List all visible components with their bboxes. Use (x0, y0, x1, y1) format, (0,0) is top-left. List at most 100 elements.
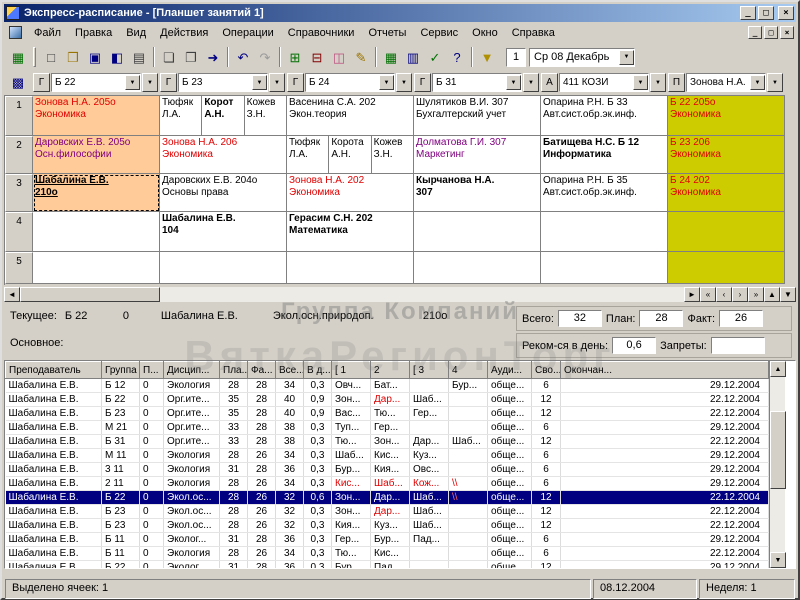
planner-subcell[interactable]: Корот А.Н. (202, 96, 245, 135)
table-cell[interactable]: 22.12.2004 (560, 546, 769, 561)
row-header[interactable]: 5 (5, 252, 33, 284)
column-options-button[interactable]: ▼ (650, 73, 666, 92)
table-cell[interactable]: Бур... (331, 560, 371, 568)
table-cell[interactable]: 31 (219, 560, 248, 568)
planner-cell[interactable]: Тюфяк Л.А. Корота А.Н. Кожев З.Н. (287, 136, 414, 174)
column-header[interactable]: Дисцип... (163, 361, 220, 379)
table-cell[interactable]: Орг.ите... (163, 420, 220, 435)
table-cell[interactable]: Шабалина Е.В. (5, 518, 102, 533)
table-cell[interactable]: 36 (275, 532, 304, 547)
table-cell[interactable] (448, 560, 488, 568)
table-cell[interactable]: Бур... (448, 378, 488, 393)
column-combo[interactable]: Б 24 ▼ (305, 73, 395, 92)
column-combo[interactable]: Б 31 ▼ (432, 73, 522, 92)
table-cell[interactable]: 0,3 (303, 448, 332, 463)
table-cell[interactable] (448, 392, 488, 407)
toolbar-gripper[interactable] (33, 47, 36, 67)
table-row[interactable]: Шабалина Е.В. Б 12 0 Экология 28 28 34 0,3 Овч..… (5, 378, 769, 393)
table-cell[interactable]: Экол.ос... (163, 504, 220, 519)
table-cell[interactable]: Овч... (331, 378, 371, 393)
table-cell[interactable]: 6 (531, 462, 561, 477)
table-cell[interactable]: 38 (275, 420, 304, 435)
timetable-button[interactable]: ▦ (7, 46, 29, 68)
table-cell[interactable]: 29.12.2004 (560, 448, 769, 463)
table-row[interactable]: Шабалина Е.В. М 11 0 Экология 28 26 34 0,3 Шаб..… (5, 448, 769, 463)
row-header[interactable]: 2 (5, 136, 33, 174)
planner-cell[interactable]: Шулятиков В.И. 307 Бухгалтерский учет (414, 96, 541, 136)
table-cell[interactable]: Шабалина Е.В. (5, 560, 102, 568)
planner-subcell[interactable]: Тюфяк Л.А. (287, 136, 330, 173)
menu-item[interactable]: Файл (27, 24, 68, 42)
column-options-button[interactable]: ▼ (269, 73, 285, 92)
table-cell[interactable]: Кис... (370, 448, 410, 463)
table-cell[interactable]: 28 (247, 532, 276, 547)
duplicate-button[interactable]: ❐ (180, 46, 202, 68)
planner-cell[interactable]: Тюфяк Л.А. Корот А.Н. Кожев З.Н. (160, 96, 287, 136)
chevron-down-icon[interactable]: ▼ (506, 75, 521, 90)
table-cell[interactable]: 12 (531, 518, 561, 533)
table-cell[interactable]: обще... (487, 420, 532, 435)
table-cell[interactable]: 22.12.2004 (560, 434, 769, 449)
table-cell[interactable]: 35 (219, 406, 248, 421)
table-cell[interactable]: 0 (139, 448, 164, 463)
table-cell[interactable]: Шабалина Е.В. (5, 434, 102, 449)
column-header[interactable]: Фа... (247, 361, 276, 379)
table-cell[interactable]: 40 (275, 392, 304, 407)
table-cell[interactable]: Б 22 (101, 560, 140, 568)
column-header[interactable]: Группа (101, 361, 140, 379)
table-cell[interactable]: 12 (531, 392, 561, 407)
menu-item[interactable]: Действия (153, 24, 215, 42)
table-row[interactable]: Шабалина Е.В. Б 23 0 Экол.ос... 28 26 32 0,3 Кия… (5, 518, 769, 533)
table-cell[interactable]: 28 (247, 392, 276, 407)
table-cell[interactable]: Шабалина Е.В. (5, 532, 102, 547)
close-button[interactable]: × (778, 6, 794, 20)
new-button[interactable]: □ (40, 46, 62, 68)
table-cell[interactable]: Куз... (409, 448, 449, 463)
chevron-down-icon[interactable]: ▼ (125, 75, 140, 90)
table-cell[interactable]: 26 (247, 476, 276, 491)
table-row[interactable]: Шабалина Е.В. Б 23 0 Орг.ите... 35 28 40 0,9 Вас… (5, 406, 769, 421)
table-cell[interactable]: обще... (487, 462, 532, 477)
table-cell[interactable]: 35 (219, 392, 248, 407)
table-cell[interactable]: Шаб... (409, 490, 449, 505)
table-cell[interactable]: Шабалина Е.В. (5, 406, 102, 421)
table-cell[interactable]: 28 (219, 490, 248, 505)
table-cell[interactable]: 28 (247, 434, 276, 449)
table-cell[interactable]: 0 (139, 392, 164, 407)
table-cell[interactable] (448, 532, 488, 547)
table-cell[interactable]: 33 (219, 420, 248, 435)
table-cell[interactable]: 28 (219, 448, 248, 463)
table-cell[interactable]: 28 (219, 518, 248, 533)
planner-cell[interactable] (33, 252, 160, 284)
table-cell[interactable]: Орг.ите... (163, 434, 220, 449)
table-cell[interactable]: 34 (275, 448, 304, 463)
scroll-down-icon[interactable]: ▼ (770, 552, 786, 568)
table-row[interactable]: Шабалина Е.В. 3 11 0 Экология 31 28 36 0,3 Бур..… (5, 462, 769, 477)
table-cell[interactable]: 6 (531, 378, 561, 393)
table-cell[interactable] (448, 546, 488, 561)
table-cell[interactable]: Экология (163, 378, 220, 393)
table-cell[interactable]: обще... (487, 406, 532, 421)
nav-down-icon[interactable]: ▼ (780, 287, 796, 302)
column-type-button[interactable]: А (541, 73, 558, 92)
menu-item[interactable]: Вид (119, 24, 153, 42)
planner-cell[interactable] (541, 252, 668, 284)
table-cell[interactable] (448, 518, 488, 533)
table-cell[interactable]: Шабалина Е.В. (5, 504, 102, 519)
table-cell[interactable]: обще... (487, 546, 532, 561)
table-cell[interactable]: Шабалина Е.В. (5, 490, 102, 505)
table-cell[interactable]: Дар... (370, 504, 410, 519)
table-cell[interactable]: 40 (275, 406, 304, 421)
row-header[interactable]: 1 (5, 96, 33, 136)
table-cell[interactable]: Тю... (370, 406, 410, 421)
table-cell[interactable]: 12 (531, 560, 561, 568)
table-cell[interactable]: Дар... (370, 392, 410, 407)
column-header[interactable]: [ 3 (409, 361, 449, 379)
table-cell[interactable]: 33 (219, 434, 248, 449)
table-row[interactable]: Шабалина Е.В. 2 11 0 Экология 28 26 34 0,3 Кис..… (5, 476, 769, 491)
table-cell[interactable]: 26 (247, 518, 276, 533)
nav-prev-icon[interactable]: ‹ (716, 287, 732, 302)
open-button[interactable]: ❐ (62, 46, 84, 68)
chevron-down-icon[interactable]: ▼ (633, 75, 648, 90)
table-row[interactable]: Шабалина Е.В. Б 31 0 Орг.ите... 33 28 38 0,3 Тю.… (5, 434, 769, 449)
